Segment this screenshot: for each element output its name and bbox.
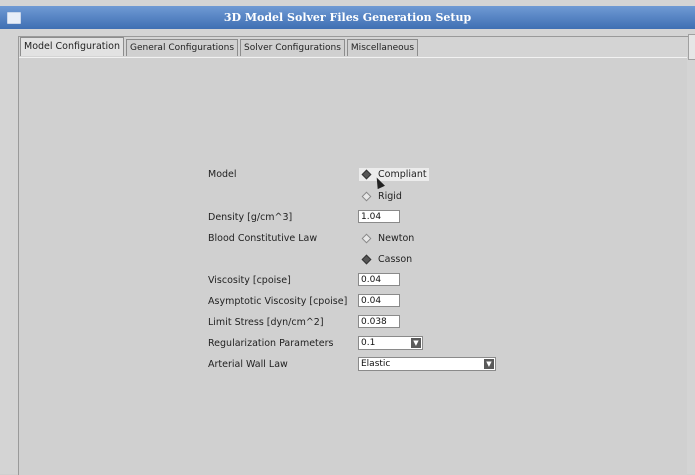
regularization-label: Regularization Parameters xyxy=(208,338,334,349)
density-input[interactable]: 1.04 xyxy=(358,210,400,223)
setup-window: 3D Model Solver Files Generation Setup M… xyxy=(0,0,695,475)
viscosity-label: Viscosity [cpoise] xyxy=(208,275,291,286)
blood-law-option-casson[interactable]: Casson xyxy=(361,254,412,265)
radio-unselected-icon xyxy=(361,191,372,202)
limit-stress-label: Limit Stress [dyn/cm^2] xyxy=(208,317,324,328)
model-option-compliant[interactable]: Compliant xyxy=(359,168,429,181)
scrollbar-thumb[interactable] xyxy=(688,34,695,60)
arterial-wall-law-select-value: Elastic xyxy=(361,359,391,369)
asymptotic-viscosity-input[interactable]: 0.04 xyxy=(358,294,400,307)
tab-strip: Model Configuration General Configuratio… xyxy=(20,37,420,59)
window-title: 3D Model Solver Files Generation Setup xyxy=(223,11,472,24)
blood-law-option-newton-label: Newton xyxy=(378,233,415,244)
model-option-compliant-label: Compliant xyxy=(378,169,427,180)
radio-selected-icon xyxy=(361,254,372,265)
tab-model-configuration[interactable]: Model Configuration xyxy=(20,37,124,56)
model-label: Model xyxy=(208,169,237,180)
model-option-rigid[interactable]: Rigid xyxy=(361,191,402,202)
model-configuration-panel xyxy=(19,57,687,475)
regularization-select[interactable]: 0.1 ▼ xyxy=(358,336,423,350)
dropdown-arrow-icon[interactable]: ▼ xyxy=(484,359,494,369)
arterial-wall-law-select[interactable]: Elastic ▼ xyxy=(358,357,496,371)
blood-law-label: Blood Constitutive Law xyxy=(208,233,318,244)
model-option-rigid-label: Rigid xyxy=(378,191,402,202)
asymptotic-viscosity-label: Asymptotic Viscosity [cpoise] xyxy=(208,296,348,307)
blood-law-option-newton[interactable]: Newton xyxy=(361,233,414,244)
radio-selected-icon xyxy=(361,169,372,180)
tab-miscellaneous[interactable]: Miscellaneous xyxy=(346,39,419,56)
arterial-wall-law-label: Arterial Wall Law xyxy=(208,359,288,370)
limit-stress-input[interactable]: 0.038 xyxy=(358,315,400,328)
title-bar[interactable]: 3D Model Solver Files Generation Setup xyxy=(0,6,695,29)
viscosity-input[interactable]: 0.04 xyxy=(358,273,400,286)
tab-general-configurations[interactable]: General Configurations xyxy=(125,39,239,56)
regularization-select-value: 0.1 xyxy=(361,338,376,348)
density-label: Density [g/cm^3] xyxy=(208,212,293,223)
radio-unselected-icon xyxy=(361,233,372,244)
blood-law-option-casson-label: Casson xyxy=(378,254,413,265)
tab-solver-configurations[interactable]: Solver Configurations xyxy=(240,39,345,56)
dropdown-arrow-icon[interactable]: ▼ xyxy=(411,338,421,348)
